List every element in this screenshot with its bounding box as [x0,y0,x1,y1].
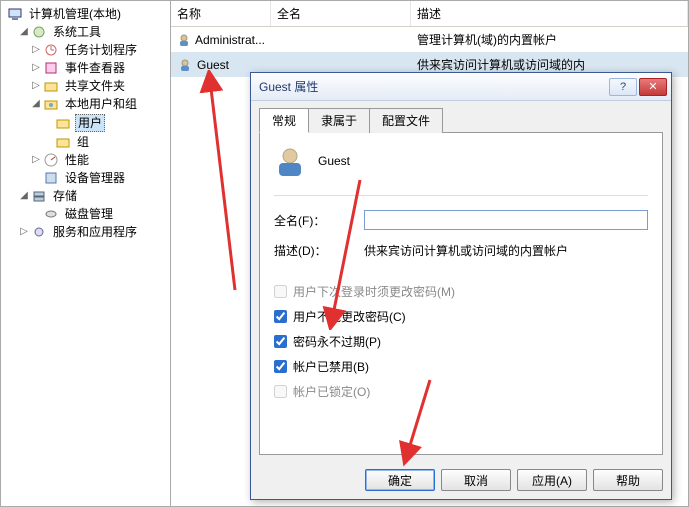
tree-shared[interactable]: ▷ 共享文件夹 [3,77,168,95]
tree-root[interactable]: 计算机管理(本地) [3,5,168,23]
perf-icon [43,152,59,168]
cb-locked [274,385,287,398]
cb-neverexpire[interactable] [274,335,287,348]
computer-icon [7,6,23,22]
ok-button[interactable]: 确定 [365,469,435,491]
tree-pane: 计算机管理(本地) ◢ 系统工具 ▷ 任务计划程序 ▷ 事件查看器 ▷ 共享文件… [1,1,171,506]
cb-disabled[interactable] [274,360,287,373]
tree-groups[interactable]: 组 [3,133,168,151]
expander-icon[interactable]: ◢ [19,24,29,40]
titlebar[interactable]: Guest 属性 ? ✕ [251,73,671,101]
dialog-title: Guest 属性 [259,78,607,95]
expander-icon[interactable]: ▷ [31,42,41,58]
cb-locked-row: 帐户已锁定(O) [274,383,648,400]
list-body: Administrat... 管理计算机(域)的内置帐户 Guest 供来宾访问… [171,27,688,77]
tree-systools[interactable]: ◢ 系统工具 [3,23,168,41]
properties-dialog: Guest 属性 ? ✕ 常规 隶属于 配置文件 Guest 全名(F)： 描述… [250,72,672,500]
list-row-admin[interactable]: Administrat... 管理计算机(域)的内置帐户 [171,27,688,52]
desc-value: 供来宾访问计算机或访问域的内置帐户 [364,242,648,259]
user-icon [274,145,306,177]
users-folder-icon [43,96,59,112]
tree-tasksched[interactable]: ▷ 任务计划程序 [3,41,168,59]
desc-label: 描述(D)： [274,242,364,259]
storage-icon [31,188,47,204]
col-name[interactable]: 名称 [171,1,271,26]
fullname-label: 全名(F)： [274,212,364,229]
close-button[interactable]: ✕ [639,78,667,96]
cancel-button[interactable]: 取消 [441,469,511,491]
dialog-buttons: 确定 取消 应用(A) 帮助 [251,461,671,499]
tab-memberof[interactable]: 隶属于 [308,108,370,133]
cb-cannotchange[interactable] [274,310,287,323]
tree-perf[interactable]: ▷ 性能 [3,151,168,169]
user-icon [177,57,193,73]
folder-icon [55,134,71,150]
cb-mustchange [274,285,287,298]
apply-button[interactable]: 应用(A) [517,469,587,491]
cb-neverexpire-row[interactable]: 密码永不过期(P) [274,333,648,350]
tabstrip: 常规 隶属于 配置文件 [259,108,663,133]
fullname-input[interactable] [364,210,648,230]
wrench-icon [31,24,47,40]
expander-icon[interactable]: ▷ [31,152,41,168]
device-icon [43,170,59,186]
separator [274,195,648,196]
cb-mustchange-row: 用户下次登录时须更改密码(M) [274,283,648,300]
gear-icon [31,224,47,240]
help-button[interactable]: ? [609,78,637,96]
disk-icon [43,206,59,222]
tree-eventvwr[interactable]: ▷ 事件查看器 [3,59,168,77]
tab-profile[interactable]: 配置文件 [369,108,443,133]
clock-icon [43,42,59,58]
expander-icon[interactable]: ◢ [31,96,41,112]
tree-users[interactable]: 用户 [3,113,168,133]
tree-localusers[interactable]: ◢ 本地用户和组 [3,95,168,113]
expander-icon[interactable]: ▷ [19,224,29,240]
tree-services[interactable]: ▷ 服务和应用程序 [3,223,168,241]
cb-disabled-row[interactable]: 帐户已禁用(B) [274,358,648,375]
tree-diskmgmt[interactable]: 磁盘管理 [3,205,168,223]
folder-icon [55,115,71,131]
expander-icon[interactable]: ▷ [31,60,41,76]
tree-storage[interactable]: ◢ 存储 [3,187,168,205]
event-icon [43,60,59,76]
tree-devmgr[interactable]: 设备管理器 [3,169,168,187]
user-icon [177,32,191,48]
col-fullname[interactable]: 全名 [271,1,411,26]
tab-page-general: Guest 全名(F)： 描述(D)： 供来宾访问计算机或访问域的内置帐户 用户… [259,132,663,455]
expander-icon[interactable]: ◢ [19,188,29,204]
username-label: Guest [318,154,350,168]
help-button2[interactable]: 帮助 [593,469,663,491]
list-header: 名称 全名 描述 [171,1,688,27]
cb-cannotchange-row[interactable]: 用户不能更改密码(C) [274,308,648,325]
tab-general[interactable]: 常规 [259,108,309,133]
folder-share-icon [43,78,59,94]
col-desc[interactable]: 描述 [411,1,688,26]
expander-icon[interactable]: ▷ [31,78,41,94]
